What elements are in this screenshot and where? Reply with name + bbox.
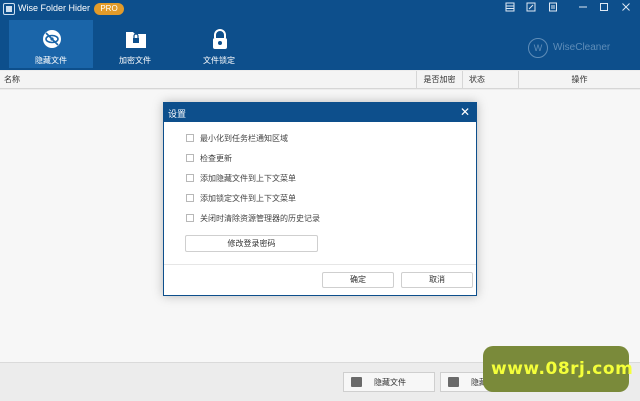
option-label: 关闭时清除资源管理器的历史记录 xyxy=(200,214,320,223)
column-status[interactable]: 状态 xyxy=(462,71,518,89)
tab-encrypt-file[interactable]: 加密文件 xyxy=(93,20,177,68)
checkbox[interactable] xyxy=(186,154,194,162)
window-caption: Wise Folder Hider PRO xyxy=(0,0,640,18)
option-label: 最小化到任务栏通知区域 xyxy=(200,134,288,143)
menu-icon[interactable] xyxy=(503,2,517,16)
maximize-icon[interactable] xyxy=(597,2,611,16)
tab-hide-file-label: 隐藏文件 xyxy=(35,56,67,65)
option-label: 添加隐藏文件到上下文菜单 xyxy=(200,174,296,183)
hide-file-label: 隐藏文件 xyxy=(374,378,406,387)
tab-file-lock-label: 文件锁定 xyxy=(203,56,235,65)
settings-dialog: 设置 ✕ 最小化到任务栏通知区域 检查更新 添加隐藏文件到上下文菜单 添加锁定文… xyxy=(163,102,477,296)
checkbox[interactable] xyxy=(186,194,194,202)
table-header: 名称 是否加密 状态 操作 xyxy=(0,71,640,89)
feedback-icon[interactable] xyxy=(524,2,538,16)
title-bar: Wise Folder Hider PRO 隐藏文件 加密文件 文件锁定 W W… xyxy=(0,0,640,70)
ok-button[interactable]: 确定 xyxy=(322,272,394,288)
column-name[interactable]: 名称 xyxy=(4,71,416,89)
brand-text: WiseCleaner xyxy=(553,42,611,53)
app-logo-icon xyxy=(3,3,15,15)
dialog-title: 设置 xyxy=(168,110,187,120)
lock-folder-icon xyxy=(125,29,147,49)
change-password-button[interactable]: 修改登录密码 xyxy=(185,235,318,252)
close-icon[interactable] xyxy=(619,2,633,16)
eye-slash-icon xyxy=(41,29,63,49)
watermark-text: www.08rj.com xyxy=(491,359,634,379)
pro-badge: PRO xyxy=(94,3,124,15)
file-icon xyxy=(351,377,362,387)
tab-hide-file[interactable]: 隐藏文件 xyxy=(9,20,93,68)
brand-mark: W xyxy=(528,38,548,58)
folder-icon xyxy=(448,377,459,387)
tab-encrypt-file-label: 加密文件 xyxy=(119,56,151,65)
cancel-button[interactable]: 取消 xyxy=(401,272,473,288)
dialog-header: 设置 ✕ xyxy=(164,103,476,122)
checkbox[interactable] xyxy=(186,174,194,182)
minimize-icon[interactable] xyxy=(576,2,590,16)
tab-file-lock[interactable]: 文件锁定 xyxy=(177,20,261,68)
dialog-divider xyxy=(164,264,476,265)
column-actions[interactable]: 操作 xyxy=(518,71,640,89)
app-title: Wise Folder Hider xyxy=(18,3,91,13)
wisecleaner-logo: W WiseCleaner xyxy=(528,38,638,58)
skin-icon[interactable] xyxy=(546,2,560,16)
dialog-close-icon[interactable]: ✕ xyxy=(460,105,470,119)
checkbox[interactable] xyxy=(186,214,194,222)
hide-file-button[interactable]: 隐藏文件 xyxy=(343,372,435,392)
column-encrypted[interactable]: 是否加密 xyxy=(416,71,462,89)
checkbox[interactable] xyxy=(186,134,194,142)
padlock-icon xyxy=(209,29,231,49)
option-label: 添加锁定文件到上下文菜单 xyxy=(200,194,296,203)
watermark: www.08rj.com xyxy=(483,346,633,392)
option-label: 检查更新 xyxy=(200,154,232,163)
